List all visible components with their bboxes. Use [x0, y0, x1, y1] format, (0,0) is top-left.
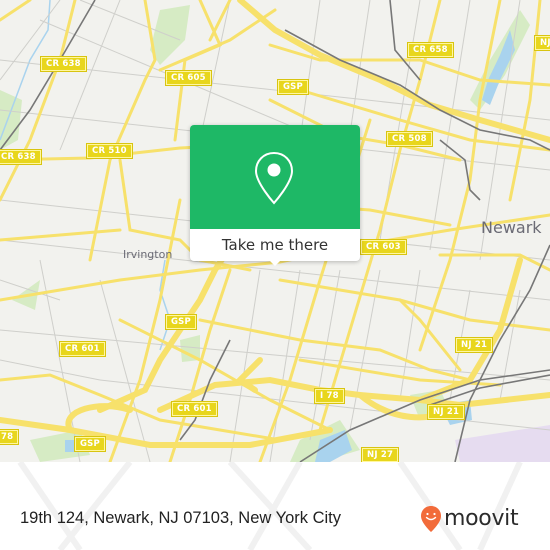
airport-area [455, 425, 550, 462]
route-shield-cr510: CR 510 [86, 143, 133, 159]
route-shield-gsp: GSP [165, 314, 197, 330]
address-text: 19th 124, Newark, NJ 07103, New York Cit… [20, 509, 342, 527]
route-shield-cr658: CR 658 [407, 42, 454, 58]
place-label-newark: Newark [481, 218, 542, 237]
route-shield-nj: NJ [534, 35, 550, 51]
route-shield-78: 78 [0, 429, 20, 445]
moovit-brand[interactable]: moovit [420, 504, 519, 534]
take-me-there-button[interactable]: Take me there [190, 229, 360, 261]
map[interactable]: Newark Irvington CR 638 CR 605 CR 638 CR… [0, 0, 550, 462]
route-shield-nj27: NJ 27 [360, 447, 400, 462]
moovit-wordmark: moovit [444, 506, 519, 531]
route-shield-cr638: CR 638 [40, 56, 87, 72]
route-shield-gsp: GSP [277, 79, 309, 95]
popup-pointer [268, 259, 282, 266]
route-shield-cr638: CR 638 [0, 149, 42, 165]
moovit-logo-icon [421, 506, 441, 532]
route-shield-cr508: CR 508 [386, 131, 433, 147]
route-shield-gsp: GSP [74, 436, 106, 452]
location-popup[interactable]: Take me there [190, 125, 360, 266]
route-shield-cr601: CR 601 [59, 341, 106, 357]
route-shield-nj21: NJ 21 [454, 337, 494, 353]
route-shield-cr603: CR 603 [360, 239, 407, 255]
route-shield-i78: I 78 [314, 388, 345, 404]
route-shield-nj21: NJ 21 [426, 404, 466, 420]
route-shield-cr601: CR 601 [171, 401, 218, 417]
footer: 19th 124, Newark, NJ 07103, New York Cit… [0, 462, 550, 550]
place-label-irvington: Irvington [123, 248, 173, 261]
route-shield-cr605: CR 605 [165, 70, 212, 86]
popup-header [190, 125, 360, 229]
location-pin-icon [254, 151, 294, 205]
